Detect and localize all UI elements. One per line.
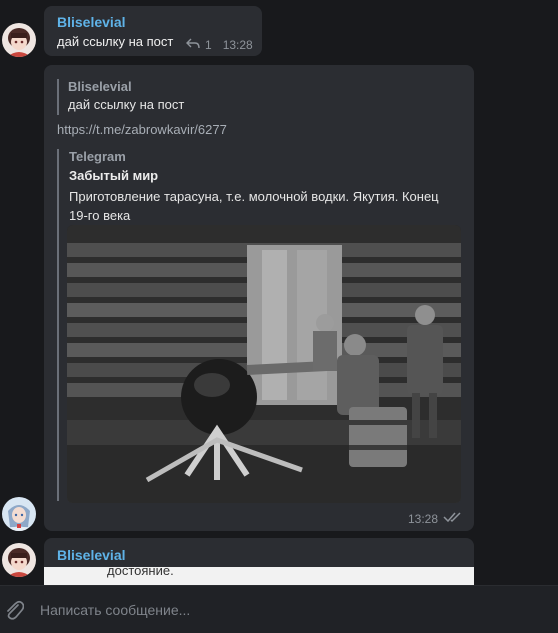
read-checkmarks-icon xyxy=(443,511,463,526)
avatar[interactable] xyxy=(2,23,36,57)
preview-title: Забытый мир xyxy=(69,168,159,183)
message-composer xyxy=(0,585,558,633)
quote-text: дай ссылку на пост xyxy=(68,97,185,112)
forwarded-image-snippet[interactable]: достояние. xyxy=(44,563,474,585)
sender-name[interactable]: Bliselevial xyxy=(57,547,126,563)
quote-sender: Bliselevial xyxy=(68,79,132,94)
attach-icon[interactable] xyxy=(4,599,25,626)
message-meta: 13:28 xyxy=(408,511,463,526)
message-input[interactable] xyxy=(40,598,540,622)
message-bubble[interactable]: Bliselevial дай ссылку на пост https://t… xyxy=(44,65,474,531)
avatar[interactable] xyxy=(2,497,36,531)
preview-site: Telegram xyxy=(69,149,126,164)
avatar[interactable] xyxy=(2,543,36,577)
reply-quote[interactable]: Bliselevial дай ссылку на пост xyxy=(57,79,184,115)
message-text: дай ссылку на пост xyxy=(57,34,174,49)
preview-description: Приготовление тарасуна, т.е. молочной во… xyxy=(69,189,439,223)
sender-name[interactable]: Bliselevial xyxy=(57,14,126,30)
message-time: 13:28 xyxy=(408,511,439,526)
message-bubble[interactable]: Bliselevial дай ссылку на пост 1 13:28 xyxy=(44,6,262,56)
preview-photo[interactable] xyxy=(67,225,461,503)
message-time: 13:28 xyxy=(222,38,253,52)
chat-history[interactable]: Bliselevial дай ссылку на пост 1 13:28 B… xyxy=(0,0,558,585)
post-link[interactable]: https://t.me/zabrowkavir/6277 xyxy=(57,122,227,137)
reply-count[interactable]: 1 xyxy=(205,38,212,52)
snippet-text: достояние. xyxy=(107,563,174,578)
reply-icon[interactable] xyxy=(186,38,200,52)
message-meta: 1 13:28 xyxy=(186,38,253,52)
